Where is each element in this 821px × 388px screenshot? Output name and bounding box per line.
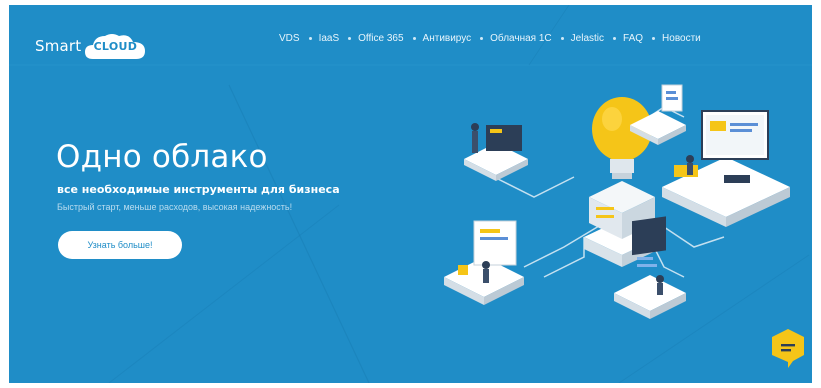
nav-item-cloud-1c[interactable]: Облачная 1С	[480, 33, 552, 44]
learn-more-button[interactable]: Узнать больше!	[58, 231, 182, 259]
nav-item-vds[interactable]: VDS	[279, 33, 300, 44]
nav-item-office365[interactable]: Office 365	[348, 33, 404, 44]
nav-item-label: Облачная 1С	[490, 33, 552, 44]
hero-title: Одно облако	[56, 139, 268, 175]
bullet-dot-icon	[348, 37, 352, 40]
chat-bubble-icon[interactable]	[769, 327, 807, 369]
logo-cloud-text: CLOUD	[93, 40, 138, 53]
isometric-cloud-illustration	[444, 84, 790, 319]
nav-item-label: Office 365	[358, 33, 404, 44]
nav-item-label: IaaS	[318, 33, 340, 44]
nav-item-jelastic[interactable]: Jelastic	[560, 33, 605, 44]
bullet-dot-icon	[652, 37, 656, 40]
nav-item-label: FAQ	[623, 33, 644, 44]
bullet-dot-icon	[308, 37, 312, 40]
nav-item-label: Новости	[662, 33, 701, 44]
logo[interactable]: Smart CLOUD	[35, 31, 147, 61]
hero-subtitle: все необходимые инструменты для бизнеса	[57, 183, 340, 196]
nav-item-label: Антивирус	[422, 33, 472, 44]
nav-item-news[interactable]: Новости	[652, 33, 701, 44]
nav-item-faq[interactable]: FAQ	[613, 33, 643, 44]
nav-item-iaas[interactable]: IaaS	[308, 33, 340, 44]
bullet-dot-icon	[613, 37, 617, 40]
nav-item-antivirus[interactable]: Антивирус	[412, 33, 472, 44]
lightbulb-icon	[592, 97, 652, 179]
cloud-icon: CLOUD	[83, 31, 147, 61]
hero-section: Smart CLOUD VDS IaaS Office 365 Антивиру…	[9, 5, 812, 383]
nav-item-label: Jelastic	[570, 33, 605, 44]
panel-bottom-left	[444, 220, 524, 305]
hero-tagline: Быстрый старт, меньше расходов, высокая …	[57, 202, 293, 212]
bullet-dot-icon	[480, 37, 484, 40]
logo-smart-text: Smart	[35, 37, 82, 55]
panel-top-left	[464, 123, 528, 181]
nav-item-label: VDS	[279, 33, 300, 44]
bullet-dot-icon	[412, 37, 416, 40]
bullet-dot-icon	[560, 37, 564, 40]
main-nav: VDS IaaS Office 365 Антивирус Облачная 1…	[279, 33, 710, 44]
